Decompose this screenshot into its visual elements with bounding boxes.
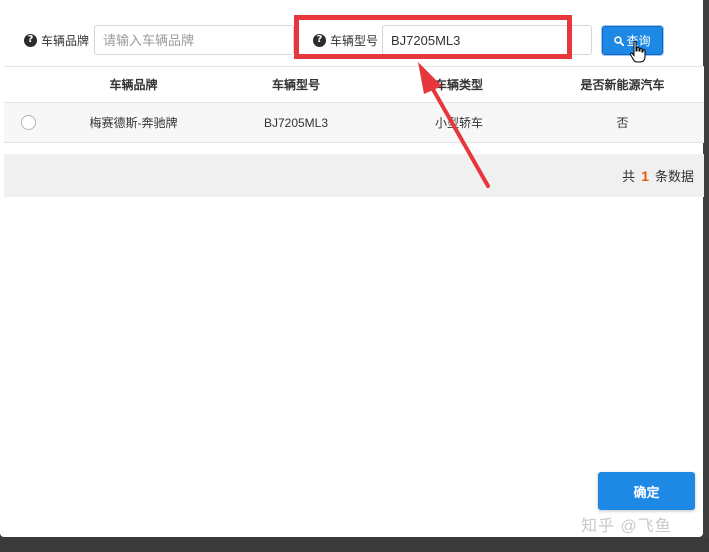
column-header-nev: 是否新能源汽车 bbox=[580, 78, 665, 92]
brand-label: ? 车辆品牌 bbox=[24, 25, 89, 55]
table-header: 车辆品牌 车辆型号 车辆类型 是否新能源汽车 bbox=[4, 67, 704, 103]
column-header-brand: 车辆品牌 bbox=[109, 78, 158, 92]
pagination-prefix: 共 bbox=[622, 169, 636, 184]
highlight-box bbox=[294, 15, 572, 59]
pagination-bar: 共 1 条数据 bbox=[4, 154, 704, 197]
confirm-button[interactable]: 确定 bbox=[598, 472, 695, 510]
background-strip bbox=[0, 537, 709, 552]
row-select-cell bbox=[4, 115, 52, 130]
cell-model: BJ7205ML3 bbox=[263, 115, 329, 130]
column-header-type: 车辆类型 bbox=[434, 78, 483, 92]
vehicle-table: 车辆品牌 车辆型号 车辆类型 是否新能源汽车 梅赛德斯-奔驰牌 BJ7205ML… bbox=[4, 66, 704, 143]
cell-nev: 否 bbox=[616, 116, 629, 130]
cell-brand: 梅赛德斯-奔驰牌 bbox=[89, 116, 178, 130]
total-count: 1 bbox=[641, 167, 649, 184]
brand-input[interactable] bbox=[94, 25, 294, 55]
help-icon[interactable]: ? bbox=[24, 33, 37, 47]
vehicle-select-dialog: ? 车辆品牌 ? 车辆型号 查询 车辆品牌 车辆型号 车辆类型 是否新能源汽车 bbox=[0, 0, 704, 537]
column-header-model: 车辆型号 bbox=[271, 78, 320, 92]
row-radio[interactable] bbox=[20, 115, 36, 130]
hand-cursor-icon bbox=[629, 40, 646, 63]
watermark: 知乎 @飞鱼 bbox=[581, 518, 672, 535]
cell-type: 小型轿车 bbox=[434, 116, 483, 130]
pagination-suffix: 条数据 bbox=[654, 169, 694, 184]
brand-label-text: 车辆品牌 bbox=[41, 33, 90, 48]
search-icon bbox=[614, 35, 625, 46]
table-row[interactable]: 梅赛德斯-奔驰牌 BJ7205ML3 小型轿车 否 bbox=[4, 103, 704, 143]
